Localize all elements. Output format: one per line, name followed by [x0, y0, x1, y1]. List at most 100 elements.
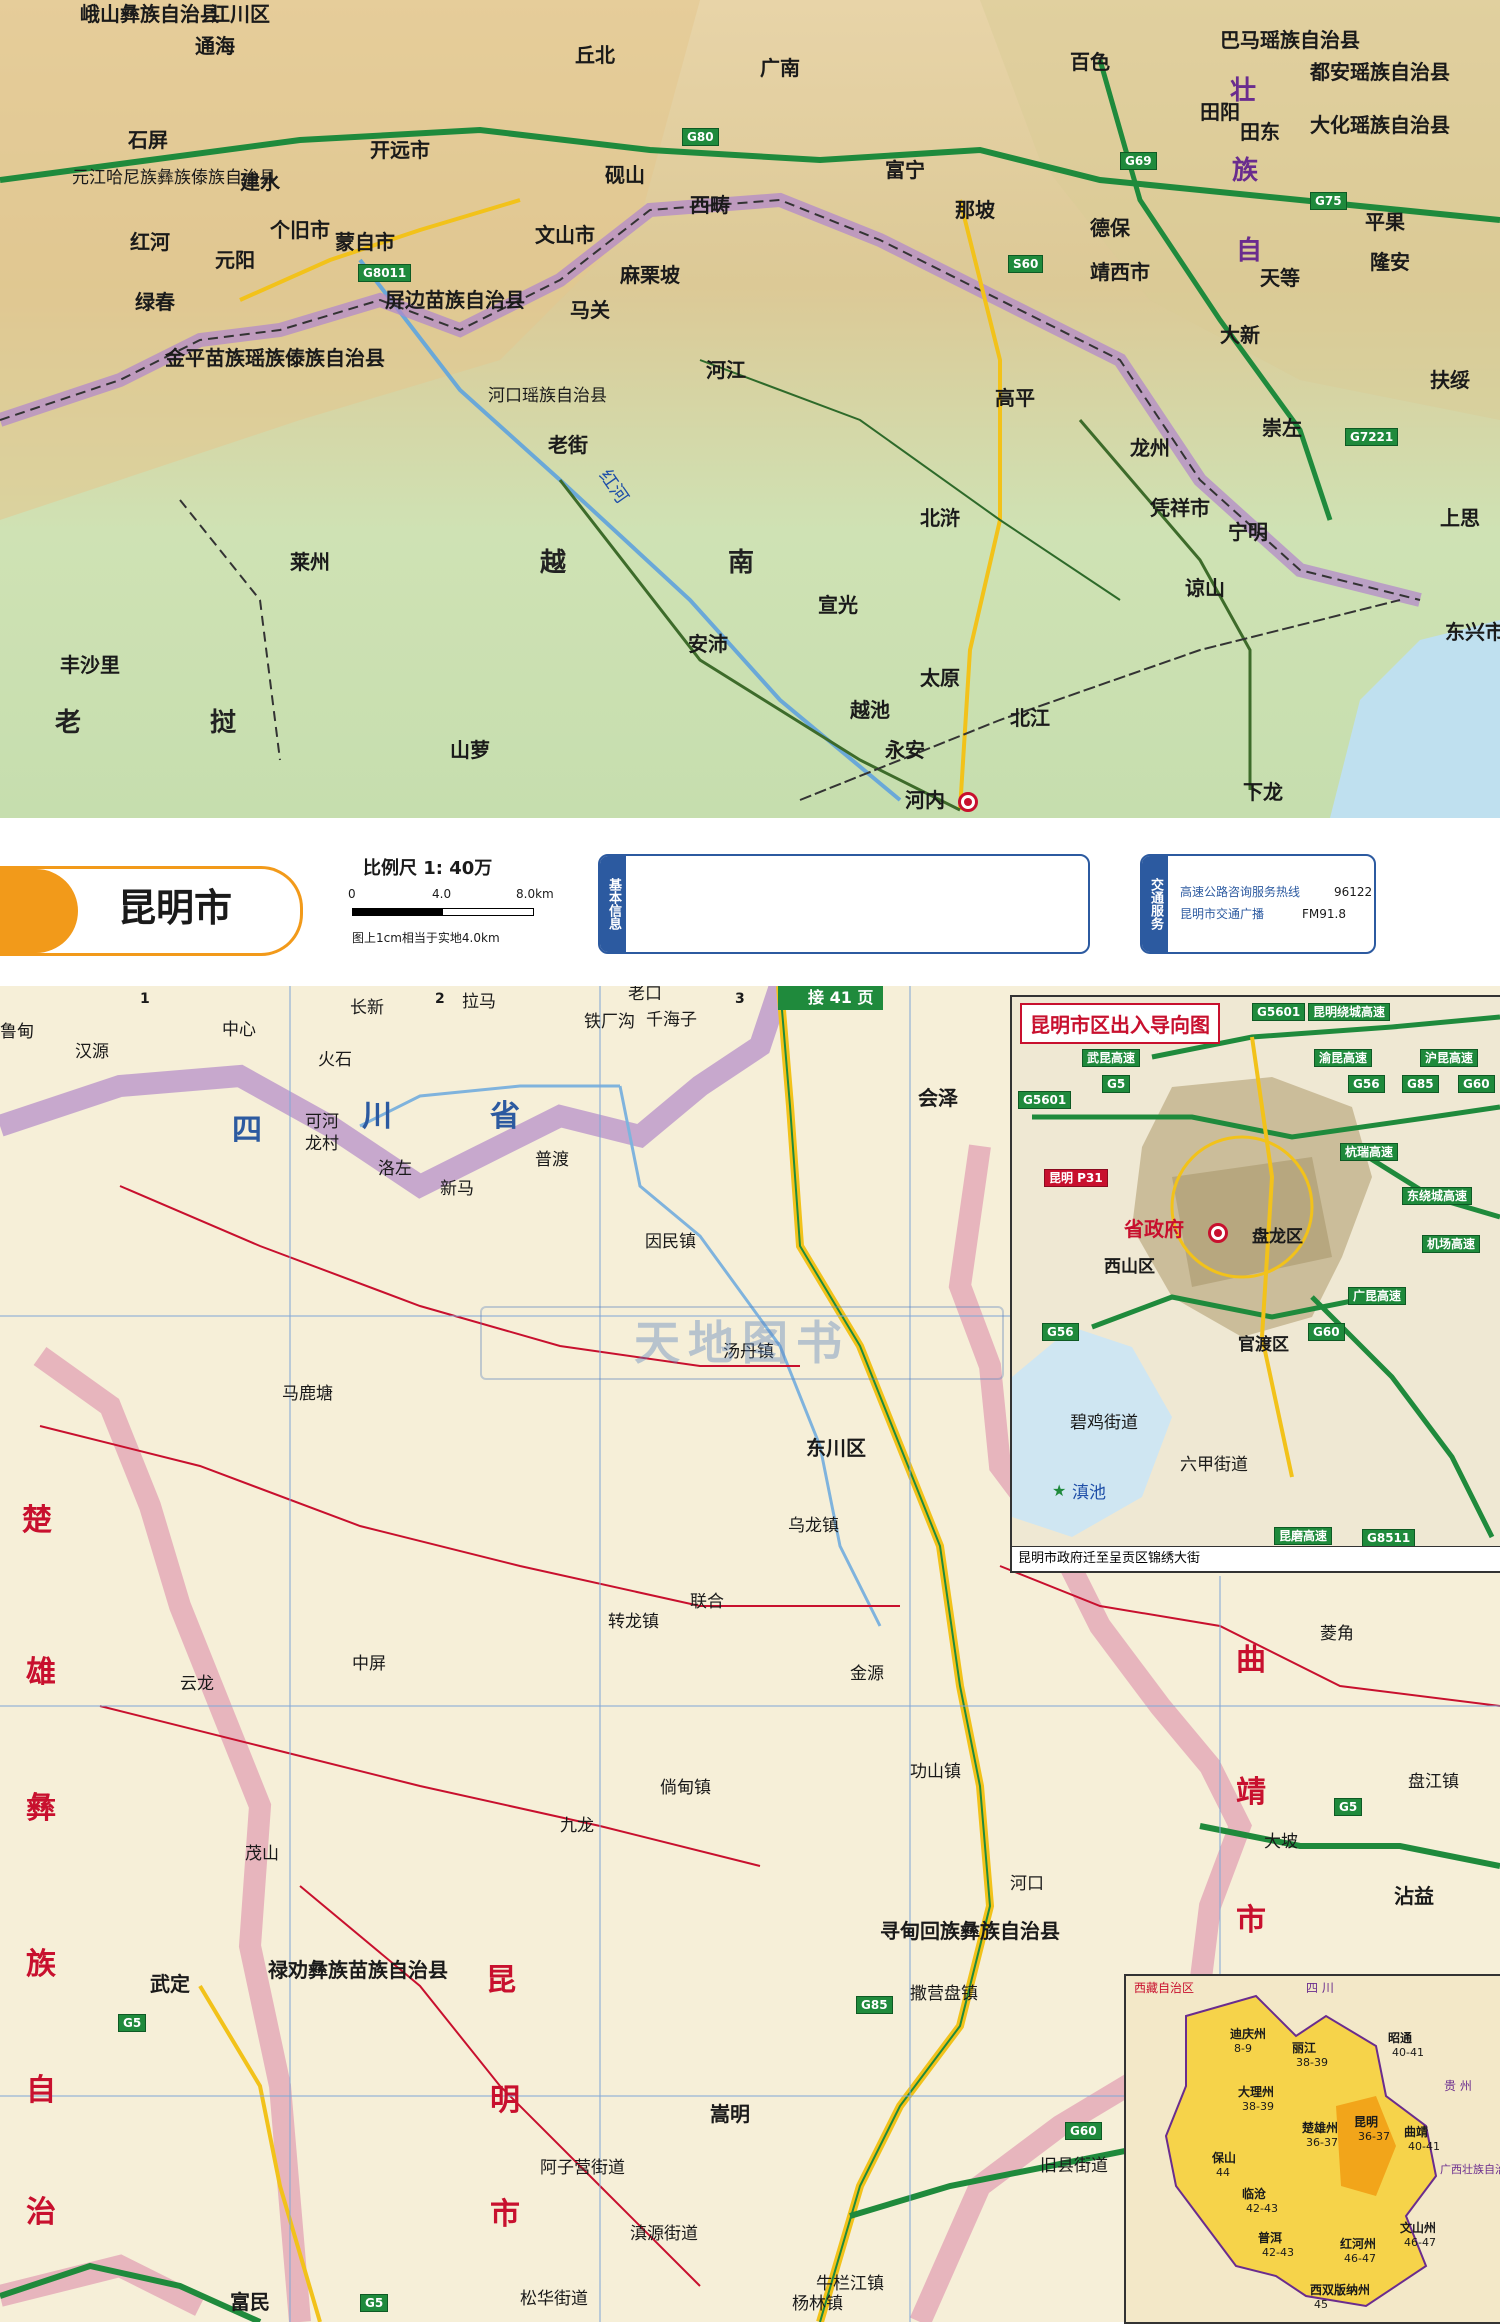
index-region-name[interactable]: 大理州 — [1238, 2086, 1274, 2098]
road-shield: G8511 — [1362, 1529, 1416, 1548]
place-label: 拉马 — [462, 992, 496, 1012]
yunnan-index-inset[interactable]: 西藏自治区 四 川 贵 州 广西壮族自治区 迪庆州 8-9 丽江 38-39 昭通 40-… — [1124, 1974, 1500, 2324]
place-label: 可河 — [305, 1112, 339, 1132]
page-link-arrow[interactable]: 接 41 页 — [778, 986, 884, 1010]
index-region-pages: 38-39 — [1296, 2056, 1328, 2069]
place-label: 寻甸回族彝族自治县 — [880, 1919, 1060, 1943]
index-region-name[interactable]: 保山 — [1212, 2152, 1236, 2164]
road-shield: G5 — [1102, 1075, 1131, 1094]
place-label: 大化瑶族自治县 — [1310, 113, 1450, 137]
place-label: 大坡 — [1264, 1832, 1298, 1852]
highway-shield: G75 — [1310, 192, 1347, 211]
place-label: 屏边苗族自治县 — [385, 288, 525, 312]
index-region-name[interactable]: 文山州 — [1400, 2222, 1436, 2234]
prefecture-label: 雄 — [26, 1655, 56, 1690]
district-label: 西山区 — [1104, 1257, 1155, 1277]
place-label: 倘甸镇 — [660, 1778, 711, 1798]
road-shield: G60 — [1458, 1075, 1495, 1094]
place-label: 永安 — [885, 738, 925, 762]
region-label: 越 — [540, 548, 569, 578]
place-label: 千海子 — [646, 1010, 697, 1030]
traffic-value: 96122 — [1334, 885, 1373, 899]
place-label: 龙州 — [1130, 436, 1170, 460]
place-label: 隆安 — [1370, 250, 1410, 274]
traffic-box: 交通服务 高速公路咨询服务热线 96122 昆明市交通广播 FM91.8 — [1140, 854, 1376, 954]
region-label: 自 — [1236, 236, 1263, 266]
place-label: 杨林镇 — [792, 2294, 843, 2314]
place-label: 马关 — [570, 298, 610, 322]
place-label: 靖西市 — [1090, 260, 1150, 284]
place-label: 江川区 — [210, 2, 270, 26]
index-region-name[interactable]: 昭通 — [1388, 2032, 1412, 2044]
index-region-name[interactable]: 丽江 — [1292, 2042, 1316, 2054]
place-label: 联合 — [690, 1592, 724, 1612]
place-label: 因民镇 — [645, 1232, 696, 1252]
government-marker — [1208, 1223, 1228, 1243]
poi-label: 省政府 — [1124, 1217, 1184, 1241]
place-label: 越池 — [850, 698, 890, 722]
index-region-name[interactable]: 临沧 — [1242, 2188, 1266, 2200]
place-label: 牛栏江镇 — [816, 2274, 884, 2294]
place-label: 麻栗坡 — [620, 263, 680, 287]
city-access-inset[interactable]: 昆明市区出入导向图 G5601 昆明绕城高速 武昆高速 G5 G5601 渝昆高… — [1010, 995, 1500, 1573]
place-label: 转龙镇 — [608, 1612, 659, 1632]
index-region-pages: 42-43 — [1246, 2202, 1278, 2215]
place-label: 上思 — [1440, 506, 1480, 530]
place-label: 普渡 — [535, 1150, 569, 1170]
place-label: 武定 — [150, 1972, 190, 1996]
place-label: 阿子营街道 — [540, 2158, 625, 2178]
place-label: 金源 — [850, 1664, 884, 1684]
index-region-name[interactable]: 昆明 — [1354, 2116, 1378, 2128]
index-region-name[interactable]: 红河州 — [1340, 2238, 1376, 2250]
place-label: 乌龙镇 — [788, 1516, 839, 1536]
place-label: 滇源街道 — [630, 2224, 698, 2244]
top-relief-map[interactable]: 峨山彝族自治县 江川区 丘北 广南 百色 巴马瑶族自治县 都安瑶族自治县 元江哈… — [0, 0, 1500, 818]
place-label: 百色 — [1070, 50, 1110, 74]
index-region-pages: 38-39 — [1242, 2100, 1274, 2113]
scale-note: 图上1cm相当于实地4.0km — [352, 931, 500, 945]
place-label: 盘江镇 — [1408, 1772, 1459, 1792]
place-label: 莱州 — [290, 550, 330, 574]
region-label: 南 — [728, 548, 757, 578]
index-region-name[interactable]: 楚雄州 — [1302, 2122, 1338, 2134]
district-label: 官渡区 — [1238, 1335, 1289, 1355]
place-label: 东川区 — [806, 1436, 866, 1460]
place-label: 河江 — [706, 358, 746, 382]
inset-title: 昆明市区出入导向图 — [1020, 1003, 1220, 1044]
place-label: 高平 — [995, 386, 1035, 410]
index-region-name[interactable]: 迪庆州 — [1230, 2028, 1266, 2040]
place-label: 通海 — [195, 34, 235, 58]
place-label: 富宁 — [885, 158, 925, 182]
traffic-value: FM91.8 — [1302, 907, 1346, 921]
highway-shield: G7221 — [1345, 428, 1399, 447]
place-label: 东兴市 — [1445, 620, 1500, 644]
road-shield: G56 — [1042, 1323, 1079, 1342]
traffic-label: 昆明市交通广播 — [1180, 907, 1265, 921]
place-label: 砚山 — [605, 163, 645, 187]
highway-shield: G5 — [360, 2294, 389, 2313]
traffic-label: 高速公路咨询服务热线 — [1180, 885, 1301, 899]
prefecture-label: 曲 — [1236, 1643, 1266, 1678]
place-label: 新马 — [440, 1179, 474, 1199]
watermark: 天地图书 — [480, 1306, 1004, 1380]
index-region-name[interactable]: 西双版纳州 — [1310, 2284, 1370, 2296]
page-title: 昆明市 — [118, 886, 233, 930]
index-region-name[interactable]: 普洱 — [1258, 2232, 1282, 2244]
scale-bar — [352, 908, 534, 916]
place-label: 北江 — [1010, 706, 1050, 730]
title-tab-accent — [0, 869, 78, 953]
place-label: 开远市 — [370, 138, 430, 162]
place-label: 红河 — [130, 230, 170, 254]
index-region-pages: 46-47 — [1404, 2236, 1436, 2249]
scale-box: 比例尺 1: 40万 0 4.0 8.0km 图上1cm相当于实地4.0km — [348, 860, 568, 960]
index-region-pages: 40-41 — [1408, 2140, 1440, 2153]
region-label: 族 — [1232, 156, 1259, 186]
city-label: 明 — [490, 2083, 520, 2118]
index-region-name[interactable]: 曲靖 — [1404, 2126, 1428, 2138]
index-svg — [1164, 1994, 1438, 2308]
place-label: 云龙 — [180, 1674, 214, 1694]
highway-shield: G69 — [1120, 152, 1157, 171]
place-label: 绿春 — [135, 290, 175, 314]
place-label: 北浒 — [920, 506, 960, 530]
place-label: 菱角 — [1320, 1624, 1354, 1644]
